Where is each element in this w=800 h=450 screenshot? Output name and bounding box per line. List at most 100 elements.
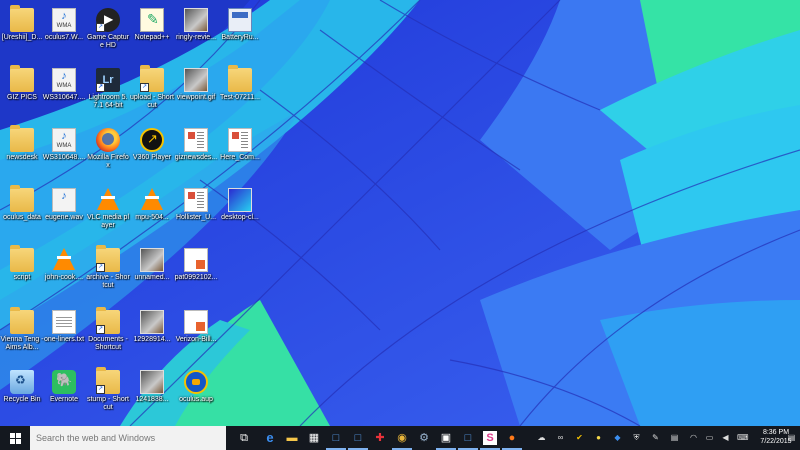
desktop-icon-label: one-liners.txt [43, 336, 85, 343]
folder-shortcut-icon: ↗ [140, 65, 164, 92]
desktop-icon-vienna-teng[interactable]: Vienna Teng - Aims Alb... [0, 307, 44, 352]
desktop-icon-upload-shortcut[interactable]: ↗ upload - Shortcut [130, 65, 174, 110]
desktop-icon-lightroom[interactable]: Lr ↗ Lightroom 5.7.1 64-bit [86, 68, 130, 110]
desktop-icon-label: Documents - Shortcut [88, 336, 128, 351]
norton-icon[interactable]: ✔ [574, 432, 585, 443]
window-icon-2[interactable]: □ [348, 431, 368, 450]
yellow-app-icon[interactable]: ● [593, 432, 604, 443]
desktop-icon-label: script [13, 274, 31, 281]
desktop-icon-notepad-plus-plus[interactable]: Notepad++ [130, 8, 174, 42]
document-icon [184, 188, 208, 212]
file-explorer-icon[interactable]: ▬ [285, 431, 299, 445]
puzzle-app-icon[interactable]: ✚ [373, 431, 387, 445]
desktop-icon-label: Notepad++ [134, 34, 170, 41]
folder-shortcut-icon: ↗ [96, 307, 120, 334]
desktop-icon-recycle-bin[interactable]: Recycle Bin [0, 370, 44, 404]
desktop-icon-vlc[interactable]: VLC media player [86, 188, 130, 230]
desktop-icon-ringly-review[interactable]: ringly-revie... [174, 8, 218, 42]
desktop: [Ureshii]_D... GIZ PICS newsdesk oculus_… [0, 0, 800, 426]
pdf-document-icon [184, 310, 208, 334]
edge-icon[interactable]: e [263, 431, 277, 445]
shield-icon[interactable]: ⛨ [631, 432, 642, 443]
desktop-icon-oculus-aup[interactable]: oculus.aup [174, 370, 218, 404]
desktop-icon-label: oculus_data [3, 214, 41, 221]
desktop-icon-label: Recycle Bin [3, 396, 41, 403]
desktop-icon-viewpoint-gif[interactable]: viewpoint.gif [174, 68, 218, 102]
folder-icon [10, 245, 34, 272]
keyboard-icon[interactable]: ⌨ [737, 432, 749, 443]
desktop-icon-label: V360 Player [132, 154, 172, 161]
desktop-icon-verizon-bill[interactable]: Verizon-Bill... [174, 310, 218, 344]
desktop-icon-label: Hollister_U... [175, 214, 217, 221]
pen-icon[interactable]: ✎ [650, 432, 661, 443]
recycle-bin-icon [10, 370, 34, 394]
desktop-icon-stump-shortcut[interactable]: ↗ stump - Shortcut [86, 367, 130, 412]
desktop-icon-one-liners[interactable]: one-liners.txt [42, 310, 86, 344]
photo-app-icon[interactable]: ▣ [436, 431, 456, 450]
desktop-icon-eugene-wav[interactable]: eugene.wav [42, 188, 86, 222]
desktop-icon-archive-shortcut[interactable]: ↗ archive - Shortcut [86, 245, 130, 290]
desktop-icon-mpu-504[interactable]: mpu-504... [130, 188, 174, 222]
wifi-icon[interactable]: ◠ [688, 432, 699, 443]
game-capture-icon: ↗ [96, 8, 120, 32]
evernote-icon [52, 370, 76, 394]
desktop-icon-evernote[interactable]: Evernote [42, 370, 86, 404]
battery-report-icon [228, 8, 252, 32]
slack-icon[interactable]: S [480, 431, 500, 450]
firefox-icon [96, 128, 120, 152]
action-center-icon[interactable]: ▤ [786, 432, 797, 443]
desktop-icon-firefox[interactable]: Mozilla Firefox [86, 128, 130, 170]
desktop-icon-label: mpu-504... [135, 214, 169, 221]
desktop-icon-battery-report[interactable]: BatteryRu... [218, 8, 262, 42]
desktop-icon-12928914[interactable]: 12928914... [130, 310, 174, 344]
desktop-icon-test-07211[interactable]: Test-07211... [218, 65, 262, 102]
desktop-icon-oculus-data[interactable]: oculus_data [0, 185, 44, 222]
v360-player-icon [140, 128, 164, 152]
desktop-icon-v360-player[interactable]: V360 Player [130, 128, 174, 162]
task-view-icon[interactable]: ⧉ [237, 431, 251, 445]
store-icon[interactable]: ▦ [307, 431, 321, 445]
vlc-file-icon [53, 248, 75, 270]
link-icon[interactable]: ∞ [555, 432, 566, 443]
desktop-icon-label: ringly-revie... [175, 34, 217, 41]
start-button[interactable] [0, 426, 30, 450]
chrome-icon[interactable]: ◉ [392, 431, 412, 450]
desktop-icon-desktop-cl[interactable]: desktop-cl... [218, 188, 262, 222]
cloud-icon[interactable]: ☁ [536, 432, 547, 443]
store-tray-icon[interactable]: ▤ [669, 432, 680, 443]
desktop-icon-hollister[interactable]: Hollister_U... [174, 188, 218, 222]
desktop-icon-1241838[interactable]: 1241838... [130, 370, 174, 404]
image-file-icon [140, 248, 164, 272]
desktop-icon-here-com[interactable]: Here_Com... [218, 128, 262, 162]
desktop-icon-label: Game Capture HD [86, 34, 130, 49]
pdf-document-icon [184, 248, 208, 272]
search-placeholder: Search the web and Windows [36, 433, 156, 443]
search-box[interactable]: Search the web and Windows [30, 426, 226, 450]
image-file-icon [184, 68, 208, 92]
volume-icon[interactable]: ◀ [720, 432, 731, 443]
desktop-icon-ws310648[interactable]: WMA WS310648.... [42, 128, 86, 162]
desktop-icon-label: desktop-cl... [221, 214, 259, 221]
network-icon[interactable]: ▭ [704, 432, 715, 443]
window-icon-3[interactable]: □ [458, 431, 478, 450]
desktop-icon-newsdesk[interactable]: newsdesk [0, 125, 44, 162]
desktop-icon-john-cook[interactable]: john-cook.... [42, 248, 86, 282]
desktop-icon-unnamed-image[interactable]: unnamed... [130, 248, 174, 282]
desktop-icon-ureshii-folder[interactable]: [Ureshii]_D... [0, 5, 44, 42]
desktop-icon-ws310647[interactable]: WMA WS310647.... [42, 68, 86, 102]
window-icon-1[interactable]: □ [326, 431, 346, 450]
desktop-icon-pat0992102[interactable]: pat0992102... [174, 248, 218, 282]
desktop-icon-game-capture[interactable]: ↗ Game Capture HD [86, 8, 130, 50]
steam-icon[interactable]: ⚙ [417, 431, 431, 445]
desktop-icon-oculus7-wma[interactable]: WMA oculus7.W... [42, 8, 86, 42]
desktop-icon-giz-pics[interactable]: GIZ PICS [0, 65, 44, 102]
desktop-icon-label: john-cook.... [44, 274, 84, 281]
desktop-icon-label: GIZ PICS [7, 94, 37, 101]
desktop-icon-script[interactable]: script [0, 245, 44, 282]
firefox-taskbar-icon[interactable]: ● [502, 431, 522, 450]
vlc-icon [97, 188, 119, 210]
desktop-icon-giznewsdesk[interactable]: giznewsdes... [174, 128, 218, 162]
dropbox-icon[interactable]: ◆ [612, 432, 623, 443]
folder-shortcut-icon: ↗ [96, 367, 120, 394]
desktop-icon-documents-shortcut[interactable]: ↗ Documents - Shortcut [86, 307, 130, 352]
